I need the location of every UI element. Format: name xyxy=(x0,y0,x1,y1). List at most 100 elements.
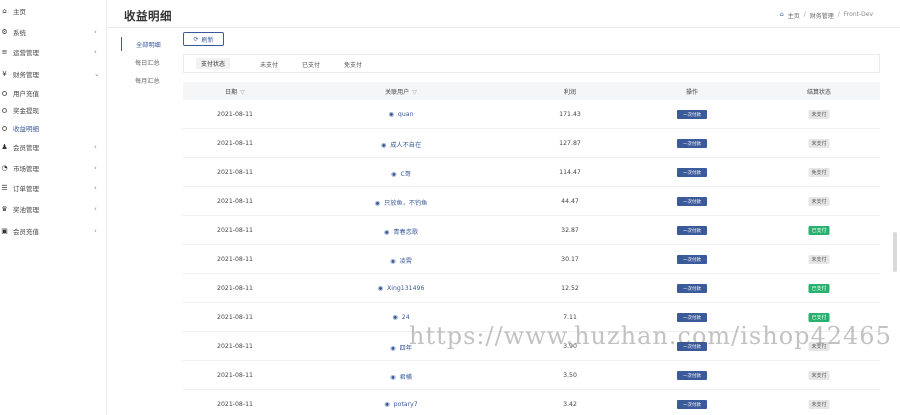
cell-amount: 32.87 xyxy=(561,227,579,234)
cell-user-link[interactable]: ◉ 只放鱼，不钓鱼 xyxy=(375,198,428,207)
filter-option-all[interactable]: 支付状态 xyxy=(196,58,231,69)
refresh-button[interactable]: ⟳ 刷新 xyxy=(183,32,224,46)
column-header-amount: 利润 xyxy=(563,89,577,96)
sidebar-item[interactable]: ¥ 财务管理 ⌄ xyxy=(0,64,107,84)
filter-option-exempt[interactable]: 免支付 xyxy=(344,60,362,69)
eye-icon: ◉ xyxy=(383,229,390,236)
pay-once-button[interactable]: 一次付款 xyxy=(677,255,707,264)
status-badge: 已支付 xyxy=(808,226,830,235)
eye-icon: ◉ xyxy=(390,258,396,265)
status-badge: 未支付 xyxy=(808,197,830,206)
cell-amount: 3.90 xyxy=(563,343,577,350)
wallet-icon: ▣ xyxy=(1,227,8,235)
cell-amount: 114.47 xyxy=(559,169,581,176)
cell-amount: 3.50 xyxy=(563,372,577,379)
user-icon: ♟ xyxy=(1,143,8,151)
sidebar-item-label: 市场管理 xyxy=(13,165,39,173)
list-icon: ☰ xyxy=(1,184,8,192)
pay-once-button[interactable]: 一次付款 xyxy=(677,226,707,235)
tab-daily-summary[interactable]: 每日汇总 xyxy=(121,55,177,69)
sidebar-item-label: 奖池管理 xyxy=(13,206,39,214)
table-row: 2021-08-11 ◉ 24 7.11 一次付款 已支付 xyxy=(183,303,880,332)
sidebar-item[interactable]: ▣ 会员充值 ‹ xyxy=(0,221,107,241)
breadcrumb-separator: / xyxy=(837,11,840,18)
cell-amount: 44.47 xyxy=(561,198,579,205)
sidebar-item-label: 财务管理 xyxy=(13,71,39,79)
cell-user-name: quan xyxy=(397,111,414,118)
status-badge: 未支付 xyxy=(808,139,830,148)
pay-once-button[interactable]: 一次付款 xyxy=(677,371,707,380)
sidebar-item[interactable]: ♟ 会员管理 ‹ xyxy=(0,137,107,157)
chevron-left-icon: ‹ xyxy=(94,28,97,36)
sidebar-item[interactable]: ☰ 订单管理 ‹ xyxy=(0,178,107,198)
cell-user-link[interactable]: ◉ Xing131496 xyxy=(378,285,425,292)
filter-icon[interactable]: ▽ xyxy=(240,89,245,96)
pay-once-button[interactable]: 一次付款 xyxy=(677,400,707,409)
column-header-user[interactable]: 关联用户 ▽ xyxy=(385,87,417,96)
cell-user-link[interactable]: ◉ 青春恋歌 xyxy=(384,227,418,236)
table-row: 2021-08-11 ◉ Xing131496 12.52 一次付款 已支付 xyxy=(183,274,880,303)
filter-option-unpaid[interactable]: 未支付 xyxy=(260,60,278,69)
table-row: 2021-08-11 ◉ 成人不自在 127.87 一次付款 未支付 xyxy=(183,129,880,158)
scrollbar[interactable] xyxy=(893,232,897,272)
cell-user-name: 青春恋歌 xyxy=(393,229,419,236)
cell-user-link[interactable]: ◉ potary7 xyxy=(384,401,417,408)
cell-date: 2021-08-11 xyxy=(217,314,253,321)
sidebar-item[interactable]: ⚙ 系统 ‹ xyxy=(0,22,107,42)
cell-user-name: 君横 xyxy=(399,374,412,381)
filter-option-paid[interactable]: 已支付 xyxy=(302,60,320,69)
sidebar-item[interactable]: ≡ 运营管理 ‹ xyxy=(0,42,107,62)
pay-once-button[interactable]: 一次付款 xyxy=(677,139,707,148)
home-icon: ⌂ xyxy=(2,7,7,15)
filter-icon[interactable]: ▽ xyxy=(412,89,417,96)
cell-user-link[interactable]: ◉ 凌霄 xyxy=(390,256,412,265)
cell-user-link[interactable]: ◉ 成人不自在 xyxy=(381,140,421,149)
sidebar-item[interactable]: 收益明细 xyxy=(0,118,107,138)
sidebar-item[interactable]: ◔ 市场管理 ‹ xyxy=(0,158,107,178)
pay-once-button[interactable]: 一次付款 xyxy=(677,168,707,177)
chart-icon: ◔ xyxy=(1,164,8,172)
tab-monthly-summary[interactable]: 每月汇总 xyxy=(121,73,177,87)
sidebar-item[interactable]: ⌂ 主页 xyxy=(0,1,107,21)
sidebar-item-label: 订单管理 xyxy=(13,185,39,193)
sidebar-item[interactable]: 奖金提现 xyxy=(0,100,107,120)
cell-user-link[interactable]: ◉ 24 xyxy=(392,314,409,321)
sidebar-item-label: 系统 xyxy=(13,29,26,37)
cell-amount: 127.87 xyxy=(559,140,581,147)
layers-icon: ≡ xyxy=(1,48,8,56)
cell-user-link[interactable]: ◉ quan xyxy=(389,111,414,118)
pay-once-button[interactable]: 一次付款 xyxy=(677,284,707,293)
cell-user-name: 四年 xyxy=(399,345,412,352)
cell-date: 2021-08-11 xyxy=(217,198,253,205)
cell-user-name: Xing131496 xyxy=(386,285,425,292)
column-header-date[interactable]: 日期 ▽ xyxy=(225,87,245,96)
chevron-left-icon: ‹ xyxy=(94,227,97,235)
cell-user-name: 只放鱼，不钓鱼 xyxy=(384,200,428,207)
pay-once-button[interactable]: 一次付款 xyxy=(677,110,707,119)
pay-once-button[interactable]: 一次付款 xyxy=(677,342,707,351)
eye-icon: ◉ xyxy=(374,200,381,207)
app-root: ⌂ 主页 ⚙ 系统 ‹ ≡ 运营管理 ‹ ¥ 财务管理 ⌄ 用户充值 奖金提现 收益明细 ♟ 会员管理 ‹ ◔ 市场… xyxy=(0,0,900,415)
chevron-left-icon: ‹ xyxy=(94,205,97,213)
eye-icon: ◉ xyxy=(392,314,398,321)
cell-user-link[interactable]: ◉ 君横 xyxy=(390,372,412,381)
cell-user-link[interactable]: ◉ C哥 xyxy=(391,169,411,178)
pay-once-button[interactable]: 一次付款 xyxy=(677,197,707,206)
cell-user-link[interactable]: ◉ 四年 xyxy=(390,343,412,352)
status-badge: 未支付 xyxy=(808,400,830,409)
breadcrumb-current: Front-Dev xyxy=(843,11,873,18)
breadcrumb-home[interactable]: 主页 xyxy=(788,11,800,20)
chevron-left-icon: ‹ xyxy=(94,143,97,151)
pay-once-button[interactable]: 一次付款 xyxy=(677,313,707,322)
cell-amount: 7.11 xyxy=(563,314,577,321)
status-badge: 已支付 xyxy=(808,313,830,322)
tab-all-details[interactable]: 全部明细 xyxy=(121,37,177,51)
sidebar-item[interactable]: ♛ 奖池管理 ‹ xyxy=(0,199,107,219)
table-row: 2021-08-11 ◉ 只放鱼，不钓鱼 44.47 一次付款 未支付 xyxy=(183,187,880,216)
cell-amount: 171.43 xyxy=(559,111,581,118)
sidebar-item-label: 奖金提现 xyxy=(13,107,39,115)
status-badge: 免支付 xyxy=(808,168,830,177)
eye-icon: ◉ xyxy=(391,171,397,178)
circle-icon xyxy=(1,90,8,97)
breadcrumb-parent[interactable]: 财务管理 xyxy=(810,11,834,20)
